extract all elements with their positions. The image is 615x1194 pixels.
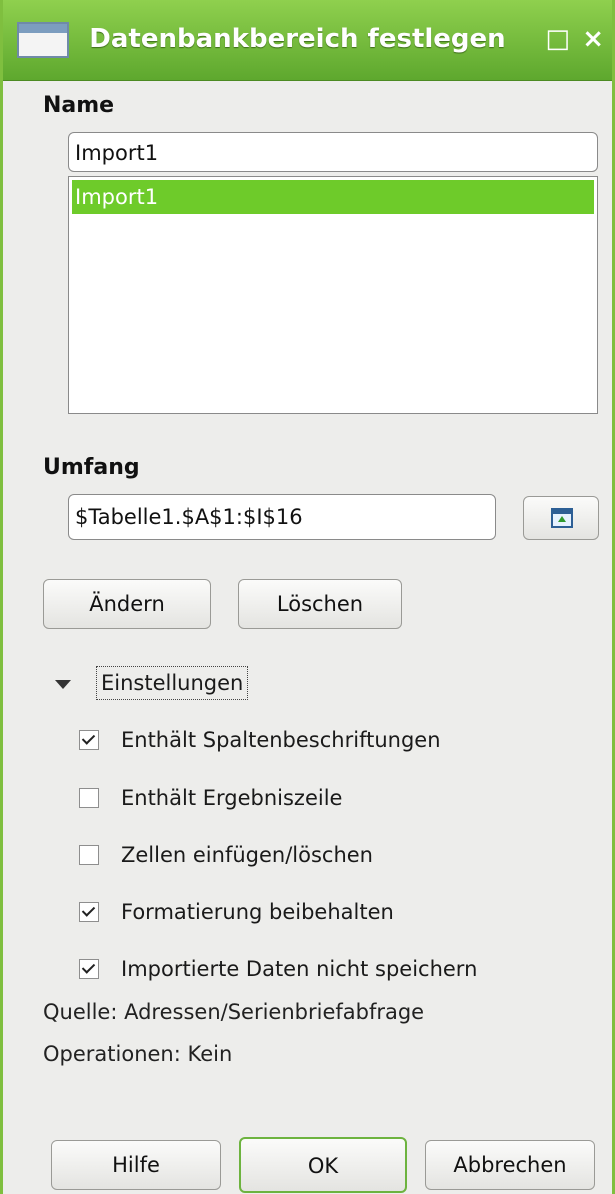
checkbox-label: Enthält Spaltenbeschriftungen	[121, 728, 441, 752]
shrink-dialog-icon	[551, 508, 573, 528]
range-section-label: Umfang	[43, 455, 140, 480]
name-input[interactable]: Import1	[68, 132, 598, 172]
range-name-list[interactable]: Import1	[68, 176, 598, 414]
checkbox-label: Importierte Daten nicht speichern	[121, 957, 478, 981]
range-input[interactable]: $Tabelle1.$A$1:$I$16	[68, 494, 496, 540]
checkbox-icon[interactable]	[79, 788, 99, 808]
change-button[interactable]: Ändern	[43, 579, 211, 629]
source-info: Quelle: Adressen/Serienbriefabfrage	[43, 1000, 425, 1024]
cancel-button[interactable]: Abbrechen	[425, 1140, 595, 1190]
checkbox-label: Formatierung beibehalten	[121, 900, 394, 924]
expand-triangle-icon	[55, 680, 71, 689]
dialog-title: Datenbankbereich festlegen	[89, 24, 506, 54]
checkbox-label: Zellen einfügen/löschen	[121, 843, 373, 867]
checkbox-icon[interactable]	[79, 730, 99, 750]
name-section-label: Name	[43, 93, 115, 118]
list-item[interactable]: Import1	[72, 180, 594, 214]
operations-info: Operationen: Kein	[43, 1042, 233, 1066]
checkbox-icon[interactable]	[79, 902, 99, 922]
delete-button[interactable]: Löschen	[238, 579, 402, 629]
checkbox-icon[interactable]	[79, 959, 99, 979]
window-icon	[17, 22, 69, 58]
title-bar[interactable]: Datenbankbereich festlegen □ ×	[3, 0, 612, 81]
help-button[interactable]: Hilfe	[51, 1140, 221, 1190]
shrink-dialog-button[interactable]	[523, 496, 599, 540]
dialog-window: Datenbankbereich festlegen □ × Name Impo…	[0, 0, 615, 1194]
ok-button[interactable]: OK	[239, 1137, 407, 1193]
options-expander-label: Einstellungen	[96, 666, 249, 700]
checkbox-label: Enthält Ergebniszeile	[121, 786, 343, 810]
maximize-button[interactable]: □	[545, 26, 570, 52]
close-button[interactable]: ×	[582, 26, 604, 52]
checkbox-icon[interactable]	[79, 845, 99, 865]
